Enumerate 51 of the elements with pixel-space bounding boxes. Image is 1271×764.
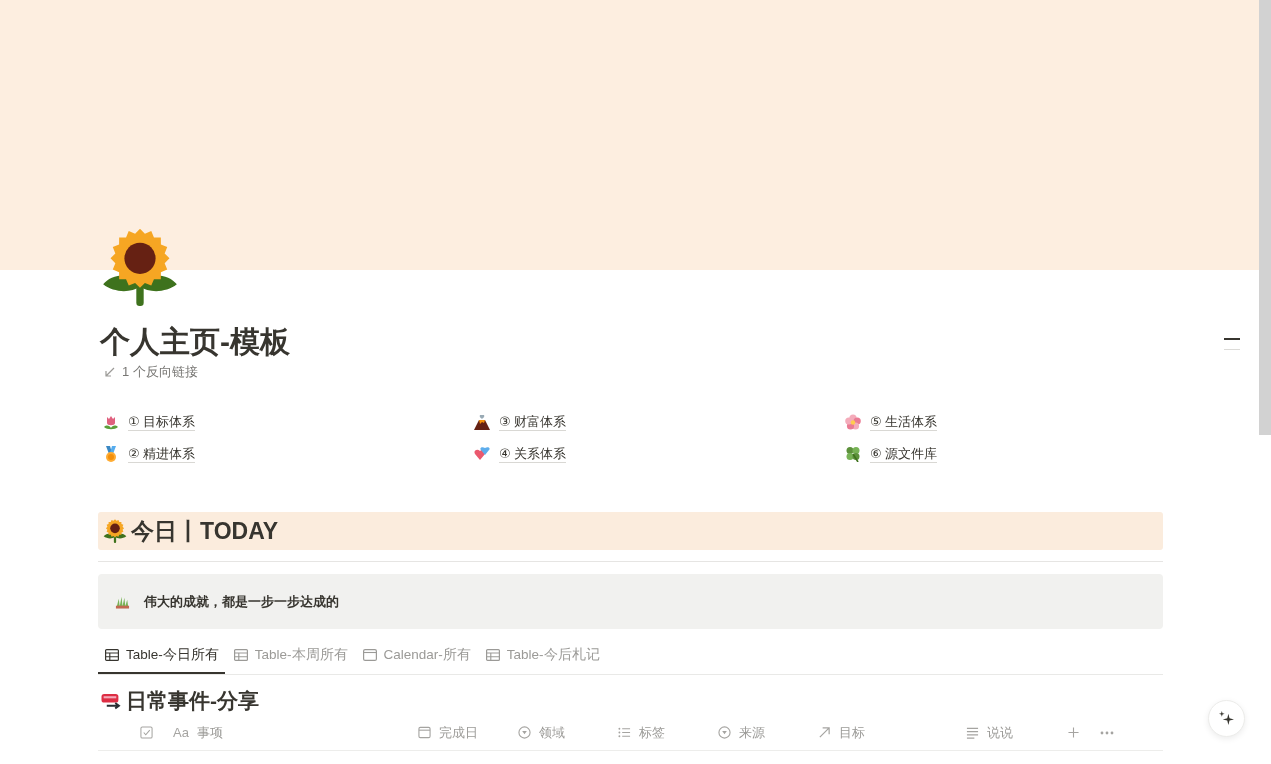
sparkle-icon bbox=[1219, 711, 1234, 726]
sunflower-icon bbox=[103, 519, 127, 543]
flower-icon bbox=[845, 414, 861, 430]
text-lines-icon bbox=[966, 726, 979, 739]
table-icon bbox=[485, 649, 500, 661]
select-icon bbox=[718, 726, 731, 739]
grass-icon bbox=[115, 594, 130, 609]
page-link[interactable]: ③ 财富体系 bbox=[499, 413, 567, 431]
callout-text: 伟大的成就，都是一步一步达成的 bbox=[144, 592, 339, 611]
page-link[interactable]: ⑤ 生活体系 bbox=[870, 413, 938, 431]
scrollbar-thumb[interactable] bbox=[1259, 0, 1271, 435]
table-icon bbox=[233, 649, 248, 661]
page-link[interactable]: ② 精进体系 bbox=[128, 445, 196, 463]
list-icon bbox=[618, 726, 631, 739]
hearts-icon bbox=[474, 446, 490, 462]
tulip-icon bbox=[103, 414, 119, 430]
column-header[interactable]: 标签 bbox=[608, 717, 708, 748]
page-title: 个人主页-模板 bbox=[100, 324, 290, 360]
outline-icon[interactable] bbox=[1224, 338, 1240, 351]
view-tab[interactable]: Table-本周所有 bbox=[226, 636, 354, 674]
calendar-icon bbox=[362, 649, 377, 661]
database-title: 日常事件-分享 bbox=[126, 688, 259, 714]
table-icon bbox=[105, 649, 119, 661]
page-link[interactable]: ④ 关系体系 bbox=[499, 445, 567, 463]
column-header[interactable]: 来源 bbox=[708, 717, 808, 748]
medal-icon bbox=[103, 446, 119, 462]
column-header[interactable]: 领域 bbox=[508, 717, 608, 748]
view-tab[interactable]: Table-今后札记 bbox=[478, 636, 606, 674]
section-heading: 今日丨TODAY bbox=[131, 517, 278, 546]
column-header[interactable]: 说说 bbox=[956, 717, 1056, 748]
arrow-icon bbox=[105, 367, 115, 377]
text-type-icon: Aa bbox=[173, 725, 189, 740]
view-tab[interactable]: Table-今日所有 bbox=[98, 636, 225, 674]
more-icon[interactable] bbox=[1100, 730, 1114, 735]
view-tab[interactable]: Calendar-所有 bbox=[355, 636, 477, 674]
select-icon bbox=[518, 726, 531, 739]
clover-icon bbox=[845, 446, 861, 462]
ai-assistant-button[interactable] bbox=[1208, 700, 1245, 737]
bus-arrow-icon bbox=[100, 691, 122, 711]
calendar-icon bbox=[418, 726, 431, 739]
column-header[interactable]: Aa 事项 bbox=[163, 717, 408, 748]
sunflower-icon bbox=[101, 228, 179, 306]
page-link[interactable]: ⑥ 源文件库 bbox=[870, 445, 938, 463]
page-link[interactable]: ① 目标体系 bbox=[128, 413, 196, 431]
plus-icon[interactable] bbox=[1068, 727, 1079, 738]
arrow-icon bbox=[818, 726, 831, 739]
column-header[interactable]: 目标 bbox=[808, 717, 956, 748]
volcano-icon bbox=[474, 414, 490, 430]
backlinks-link[interactable]: 1 个反向链接 bbox=[122, 363, 198, 381]
column-header[interactable]: 完成日 bbox=[408, 717, 508, 748]
checkbox-icon[interactable] bbox=[140, 726, 153, 739]
